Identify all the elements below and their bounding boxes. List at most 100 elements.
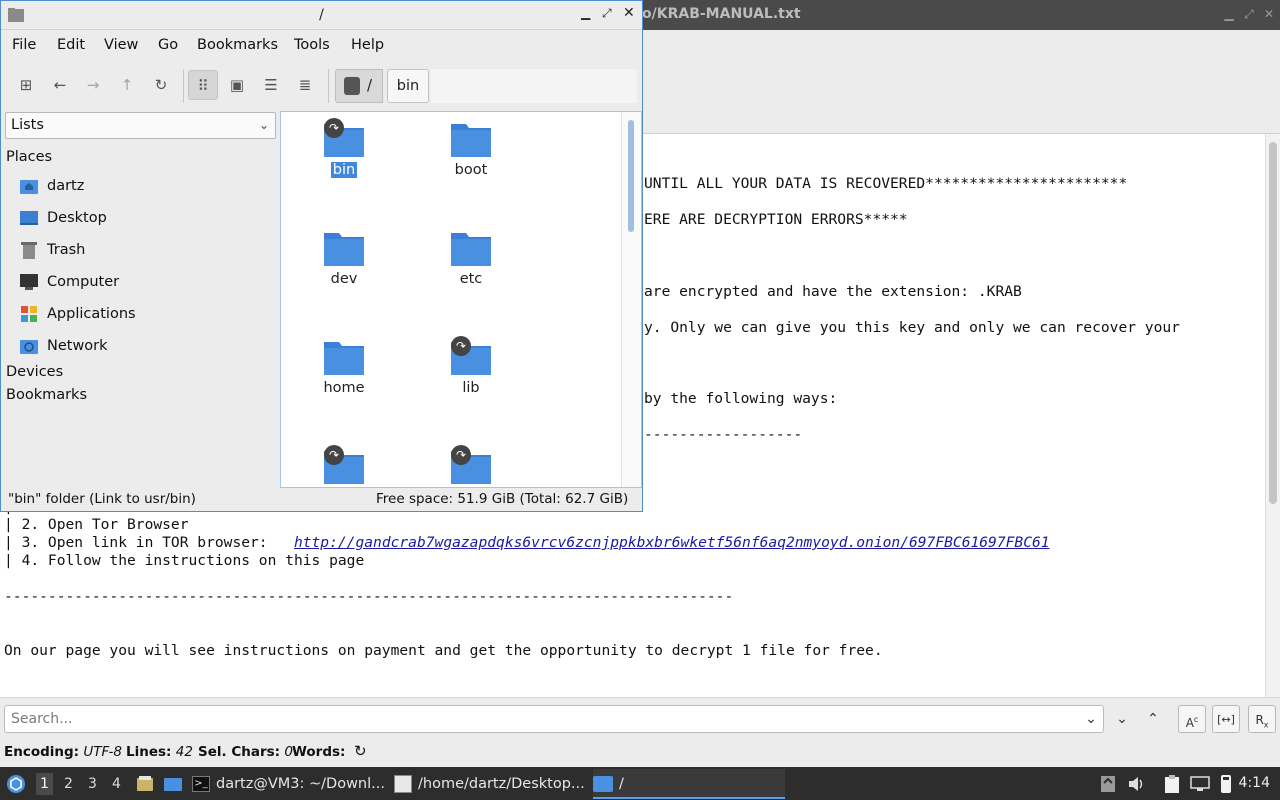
sidebar-item-dartz[interactable]: dartz: [19, 174, 84, 198]
fm-titlebar[interactable]: / ▁ ⤢ ✕: [1, 1, 642, 30]
task-text-editor[interactable]: /home/dartz/Desktop...: [394, 769, 588, 799]
sidebar-item-desktop[interactable]: Desktop: [19, 206, 107, 230]
back-icon[interactable]: ←: [45, 70, 75, 100]
editor-title: o/KRAB-MANUAL.txt: [642, 6, 801, 22]
menu-tools[interactable]: Tools: [294, 37, 330, 53]
task-label: dartz@VM3: ~/Downl...: [216, 776, 385, 792]
network-icon[interactable]: [1190, 775, 1210, 793]
network-folder-icon: [20, 340, 38, 354]
path-root-label: /: [367, 76, 373, 94]
folder-label: boot: [454, 162, 488, 178]
icon-view-scrollbar[interactable]: [621, 112, 641, 487]
menu-help[interactable]: Help: [351, 37, 384, 53]
folder-launcher-icon[interactable]: [163, 775, 183, 793]
devices-heading[interactable]: Devices: [6, 364, 63, 380]
text-line: | 3. Open link in TOR browser: http://ga…: [4, 534, 1050, 552]
minimize-icon[interactable]: ▁: [1222, 7, 1236, 21]
folder-item-lib[interactable]: ↷ lib: [411, 336, 531, 396]
folder-icon: [324, 233, 364, 266]
new-tab-icon[interactable]: ⊞: [11, 70, 41, 100]
sidebar-item-label: Desktop: [47, 210, 107, 226]
folder-item-dev[interactable]: dev: [284, 229, 404, 287]
task-file-manager[interactable]: /: [593, 769, 785, 799]
reload-icon[interactable]: ↻: [146, 70, 176, 100]
menu-go[interactable]: Go: [158, 37, 178, 53]
editor-scrollbar[interactable]: [1265, 134, 1280, 697]
task-terminal[interactable]: >_ dartz@VM3: ~/Downl...: [192, 769, 388, 799]
forward-icon[interactable]: →: [78, 70, 108, 100]
folder-item-home[interactable]: home: [284, 338, 404, 396]
start-menu-icon[interactable]: [6, 774, 26, 794]
compact-view-icon[interactable]: ☰: [256, 70, 286, 100]
folder-icon-view[interactable]: ↷ bin boot dev etc home ↷ lib ↷ ↷: [280, 111, 642, 488]
folder-item[interactable]: ↷: [411, 445, 531, 485]
search-bar: ⌄ ⌄ ⌃ Ac [↔] Rx: [0, 697, 1280, 740]
menu-view[interactable]: View: [104, 37, 138, 53]
sidebar-item-label: Network: [47, 338, 108, 354]
selection-info: "bin" folder (Link to usr/bin): [8, 491, 196, 507]
icon-view-scroll-thumb[interactable]: [628, 120, 634, 232]
free-space-info: Free space: 51.9 GiB (Total: 62.7 GiB): [376, 491, 629, 507]
sidebar-item-applications[interactable]: Applications: [19, 302, 136, 326]
sidebar-item-trash[interactable]: Trash: [19, 238, 85, 262]
thumbnail-view-icon[interactable]: ▣: [222, 70, 252, 100]
fm-status-bar: "bin" folder (Link to usr/bin) Free spac…: [1, 488, 642, 511]
match-case-icon[interactable]: Ac: [1178, 705, 1206, 733]
close-icon[interactable]: ✕: [1262, 7, 1276, 21]
workspace-2[interactable]: 2: [64, 776, 73, 792]
applications-icon: [21, 306, 37, 322]
close-icon[interactable]: ✕: [623, 5, 635, 21]
path-bar-empty: [431, 69, 637, 103]
text-line: ERE ARE DECRYPTION ERRORS*****: [644, 211, 908, 228]
onion-link[interactable]: http://gandcrab7wgazapdqks6vrcv6zcnjppkb…: [294, 534, 1050, 551]
power-manager-icon[interactable]: [1217, 774, 1235, 794]
maximize-icon[interactable]: ⤢: [602, 6, 612, 21]
editor-toolbar: [642, 30, 1280, 134]
symlink-badge-icon: ↷: [451, 445, 471, 465]
path-button-bin[interactable]: bin: [387, 69, 429, 103]
sidebar-item-network[interactable]: Network: [19, 334, 108, 358]
clipboard-icon[interactable]: [1163, 774, 1181, 794]
sidebar-item-label: Trash: [47, 242, 86, 258]
menu-file[interactable]: File: [12, 37, 36, 53]
folder-label: bin: [330, 162, 358, 178]
sidebar-item-computer[interactable]: Computer: [19, 270, 119, 294]
file-manager-launcher-icon[interactable]: [136, 775, 154, 793]
regex-icon[interactable]: Rx: [1248, 705, 1276, 733]
icon-view-icon[interactable]: ⠿: [188, 70, 218, 100]
menu-edit[interactable]: Edit: [57, 37, 85, 53]
folder-item-boot[interactable]: boot: [411, 120, 531, 178]
path-button-root[interactable]: /: [335, 69, 383, 103]
maximize-icon[interactable]: ⤢: [1242, 7, 1256, 21]
folder-label: dev: [330, 271, 358, 287]
find-previous-icon[interactable]: ⌃: [1139, 705, 1167, 733]
workspace-4[interactable]: 4: [112, 776, 121, 792]
whole-word-icon[interactable]: [↔]: [1212, 705, 1240, 733]
updates-icon[interactable]: [1100, 775, 1116, 793]
side-pane-mode-select[interactable]: Lists ⌄: [5, 112, 276, 139]
bookmarks-heading[interactable]: Bookmarks: [6, 387, 87, 403]
text-line: by the following ways:: [644, 390, 838, 407]
clock[interactable]: 4:14: [1239, 775, 1270, 791]
folder-icon: [451, 233, 491, 266]
find-next-icon[interactable]: ⌄: [1108, 705, 1136, 733]
workspace-1[interactable]: 1: [36, 773, 53, 795]
folder-item-etc[interactable]: etc: [411, 229, 531, 287]
menu-bookmarks[interactable]: Bookmarks: [197, 37, 278, 53]
places-heading[interactable]: Places: [6, 149, 52, 165]
search-input[interactable]: [4, 705, 1104, 733]
up-icon[interactable]: ↑: [112, 70, 142, 100]
text-line: ------------------: [644, 426, 803, 443]
file-manager-window: / ▁ ⤢ ✕ File Edit View Go Bookmarks Tool…: [0, 0, 643, 512]
search-history-dropdown-icon[interactable]: ⌄: [1080, 705, 1102, 733]
side-pane-mode-label: Lists: [11, 117, 44, 133]
detailed-list-view-icon[interactable]: ≣: [290, 70, 320, 100]
volume-icon[interactable]: [1127, 775, 1145, 793]
folder-item[interactable]: ↷: [284, 445, 404, 485]
folder-item-bin[interactable]: ↷ bin: [284, 118, 404, 178]
editor-scroll-thumb[interactable]: [1269, 142, 1277, 504]
refresh-count-icon[interactable]: ↻: [354, 742, 367, 760]
minimize-icon[interactable]: ▁: [581, 6, 590, 20]
task-label: /home/dartz/Desktop...: [418, 776, 585, 792]
workspace-3[interactable]: 3: [88, 776, 97, 792]
